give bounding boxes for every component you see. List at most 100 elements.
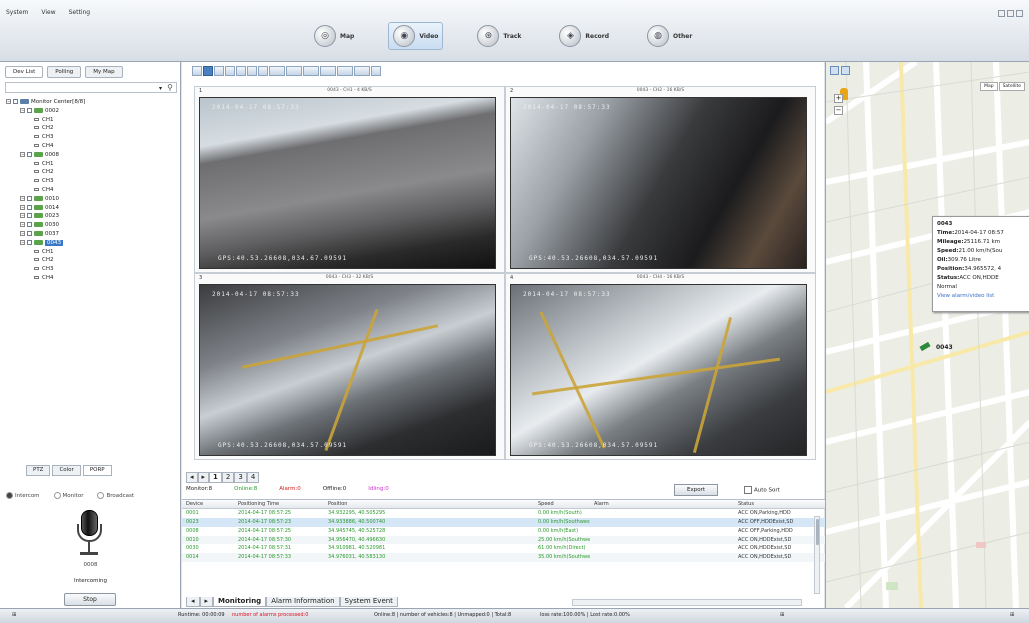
page-tab-3[interactable]: 3 [234,472,247,483]
expand-icon[interactable]: − [20,230,25,236]
mode-other-button[interactable]: ◍ Other [643,22,696,50]
table-row[interactable]: 0001 2014-04-17 08:57:25 34.932295, 40.505… [182,509,826,518]
close-all-icon[interactable] [269,66,285,76]
mode-video-button[interactable]: ◉ Video [388,22,444,50]
device-search-input[interactable]: ▾ ⚲ [5,82,177,93]
tab-color[interactable]: Color [52,465,81,476]
stop-icon[interactable] [354,66,370,76]
video-cell-1[interactable]: 1 0043 - CH1 - 4 KB/S 2014-04-17 08:57:3… [194,86,505,273]
tree-channel-item[interactable]: CH2 [6,124,176,133]
column-header[interactable]: Speed [534,500,590,508]
stream-icon[interactable] [303,66,319,76]
table-row[interactable]: 0014 2014-04-17 08:57:33 34.976031, 40.583… [182,553,826,563]
tab-monitoring[interactable]: Monitoring [213,597,267,607]
checkbox[interactable] [27,213,32,219]
info-link[interactable]: View alarm/video list [937,292,1029,301]
prev-page-icon[interactable]: ◂ [186,472,198,483]
table-row[interactable]: 0008 2014-04-17 08:57:25 34.945745, 40.525… [182,527,826,536]
page-tab-1[interactable]: 1 [209,472,222,483]
auto-sort-checkbox[interactable]: Auto Sort [744,486,780,494]
tree-channel-item[interactable]: CH4 [6,186,176,195]
checkbox[interactable] [27,107,32,113]
column-header[interactable]: Position [324,500,534,508]
expand-icon[interactable]: − [20,222,25,228]
page-tab-4[interactable]: 4 [246,472,260,483]
expand-icon[interactable]: − [20,151,25,157]
video-cell-3[interactable]: 3 0043 - CH3 - 32 KB/S 2014-04-17 08:57:… [194,273,505,460]
tab-my-map[interactable]: My Map [85,66,123,78]
map-panel[interactable]: Map Satellite + − 0043 Time:2014-04-17 0… [825,62,1029,608]
next-page-icon[interactable]: ▸ [197,472,210,483]
horizontal-scrollbar[interactable] [572,599,802,606]
menu-system[interactable]: System [6,9,28,16]
checkbox[interactable] [27,195,32,201]
menu-setting[interactable]: Setting [69,9,90,16]
tree-vehicle-item[interactable]: − 0002 [6,107,176,116]
chevron-down-icon[interactable]: ▾ [159,85,162,92]
tree-channel-item[interactable]: CH3 [6,177,176,186]
table-row[interactable]: 0030 2014-04-17 08:57:31 34.910981, 40.520… [182,544,826,553]
tree-channel-item[interactable]: CH1 [6,116,176,125]
table-row[interactable]: 0010 2014-04-17 08:57:30 34.956470, 40.496… [182,535,826,545]
tree-vehicle-item[interactable]: − 0037 [6,230,176,239]
layout-6-icon[interactable] [214,66,224,76]
mode-map-button[interactable]: ◎ Map [310,22,358,50]
checkbox[interactable] [27,222,32,228]
checkbox[interactable] [27,151,32,157]
zoom-in-icon[interactable]: + [834,94,843,103]
expand-icon[interactable]: − [20,213,25,219]
radio-intercom[interactable]: Intercom [6,492,40,499]
tree-channel-item[interactable]: CH2 [6,168,176,177]
play-icon[interactable] [337,66,353,76]
table-row[interactable]: 0023 2014-04-17 08:57:23 34.933886, 40.500… [182,517,826,527]
tree-vehicle-item[interactable]: − 0010 [6,195,176,204]
expand-icon[interactable]: − [20,239,25,245]
map-type-map[interactable]: Map [980,82,998,91]
tab-porp[interactable]: PORP [82,465,112,476]
tab-system-event[interactable]: System Event [339,597,398,607]
checkbox[interactable] [27,204,32,210]
page-tab-2[interactable]: 2 [221,472,235,483]
layout-1-icon[interactable] [192,66,202,76]
checkbox[interactable] [27,239,32,245]
export-button[interactable]: Export [674,484,718,496]
tree-vehicle-item[interactable]: − 0023 [6,212,176,221]
tree-vehicle-item[interactable]: − 0030 [6,221,176,230]
tree-channel-item[interactable]: CH3 [6,133,176,142]
fullscreen-icon[interactable] [258,66,268,76]
column-header[interactable]: Positioning Time [234,500,324,508]
layout-16-icon[interactable] [247,66,257,76]
tree-root-item[interactable]: − Monitor Center[8/8] [6,98,176,107]
layout-8-icon[interactable] [225,66,235,76]
layout-9-icon[interactable] [236,66,246,76]
minimize-icon[interactable] [998,10,1005,17]
menu-view[interactable]: View [41,9,55,16]
vehicle-marker[interactable]: 0043 [919,341,953,352]
radio-broadcast[interactable]: Broadcast [97,492,134,499]
next-tab-icon[interactable]: ▸ [199,597,214,607]
tree-channel-item[interactable]: CH1 [6,160,176,169]
expand-icon[interactable]: − [6,99,11,104]
zoom-out-icon[interactable]: − [834,106,843,115]
checkbox[interactable] [13,99,18,104]
tree-channel-item[interactable]: CH3 [6,265,176,274]
tree-channel-item[interactable]: CH2 [6,256,176,265]
maximize-icon[interactable] [1007,10,1014,17]
mode-track-button[interactable]: ⊛ Track [473,22,525,50]
checkbox[interactable] [27,230,32,236]
prev-tab-icon[interactable]: ◂ [186,597,200,607]
tab-ptz[interactable]: PTZ [26,465,51,476]
expand-icon[interactable]: − [20,204,25,210]
tab-alarm-information[interactable]: Alarm Information [266,597,340,607]
expand-icon[interactable]: − [20,195,25,201]
snapshot-icon[interactable] [286,66,302,76]
video-cell-4[interactable]: 4 0043 - CH4 - 16 KB/S 2014-04-17 08:57:… [505,273,816,460]
volume-icon[interactable] [320,66,336,76]
map-layer-icon[interactable] [841,66,850,75]
stop-button[interactable]: Stop [64,593,116,606]
layout-4-icon[interactable] [203,66,213,76]
tree-channel-item[interactable]: CH4 [6,142,176,151]
column-header[interactable]: Device [182,500,234,508]
tree-channel-item[interactable]: CH1 [6,248,176,257]
tree-vehicle-item[interactable]: − 0043 [6,239,176,248]
